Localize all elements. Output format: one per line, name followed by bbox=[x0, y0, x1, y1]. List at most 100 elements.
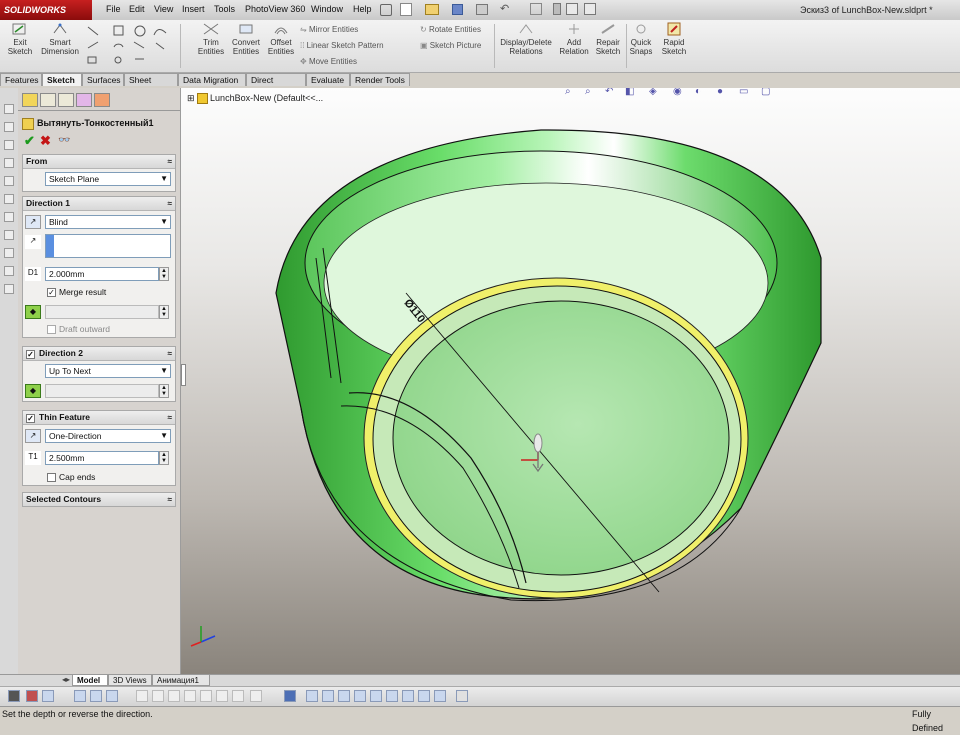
convert-entities-button[interactable]: Convert Entities bbox=[228, 22, 264, 56]
reverse-direction-icon[interactable]: ↗ bbox=[25, 215, 41, 229]
menu-window[interactable]: Window bbox=[311, 4, 343, 14]
depth-input[interactable]: 2.000mm bbox=[45, 267, 159, 281]
dimetric-view-icon[interactable] bbox=[434, 690, 446, 702]
rebuild-icon[interactable] bbox=[553, 3, 561, 15]
strip-tool-icon[interactable] bbox=[4, 140, 14, 150]
direction-vector-field[interactable] bbox=[45, 234, 171, 258]
strip-tool-icon[interactable] bbox=[4, 212, 14, 222]
direction1-end-condition-select[interactable]: Blind ▼ bbox=[45, 215, 171, 229]
display-icon[interactable] bbox=[42, 690, 54, 702]
move-entities-button[interactable]: ✥ Move Entities bbox=[300, 57, 357, 66]
bottom-tool-icon[interactable] bbox=[232, 690, 244, 702]
thin-reverse-icon[interactable]: ↗ bbox=[25, 429, 41, 443]
menu-help[interactable]: Help bbox=[353, 4, 372, 14]
thickness-input[interactable]: 2.500mm bbox=[45, 451, 159, 465]
trimetric-view-icon[interactable] bbox=[418, 690, 430, 702]
dimxpert-tab-icon[interactable] bbox=[76, 93, 92, 107]
tab-animation[interactable]: Анимация1 bbox=[152, 675, 210, 686]
add-relation-button[interactable]: Add Relation bbox=[558, 22, 590, 56]
new-document-icon[interactable] bbox=[400, 3, 412, 16]
offset-entities-button[interactable]: Offset Entities bbox=[266, 22, 296, 56]
select-icon[interactable] bbox=[530, 3, 542, 15]
print-icon[interactable] bbox=[476, 4, 488, 15]
strip-tool-icon[interactable] bbox=[4, 284, 14, 294]
menu-edit[interactable]: Edit bbox=[129, 4, 145, 14]
left-view-icon[interactable] bbox=[338, 690, 350, 702]
options-icon[interactable] bbox=[584, 3, 596, 15]
save-icon[interactable] bbox=[452, 4, 463, 15]
selected-contours-header[interactable]: Selected Contours ≈ bbox=[23, 493, 175, 506]
record-icon[interactable] bbox=[26, 690, 38, 702]
graphics-area[interactable]: ⊞ LunchBox-New (Default<<... ⌕ ⌕ ↶ ◧ ◈ ◉… bbox=[181, 88, 960, 674]
menu-file[interactable]: File bbox=[106, 4, 121, 14]
strip-tool-icon[interactable] bbox=[4, 104, 14, 114]
file-properties-icon[interactable] bbox=[566, 3, 578, 15]
menu-photoview[interactable]: PhotoView 360 bbox=[245, 4, 305, 14]
thin-type-select[interactable]: One-Direction ▼ bbox=[45, 429, 171, 443]
pin-icon[interactable] bbox=[380, 4, 392, 16]
draft-icon[interactable]: ◆ bbox=[25, 305, 41, 319]
tab-evaluate[interactable]: Evaluate bbox=[306, 73, 350, 86]
pan-icon[interactable] bbox=[90, 690, 102, 702]
lunchbox-model[interactable]: Ø110 bbox=[181, 88, 960, 674]
normal-to-icon[interactable] bbox=[284, 690, 296, 702]
direction2-draft-spinner[interactable]: ▲ ▼ bbox=[159, 384, 169, 398]
tab-sketch[interactable]: Sketch bbox=[42, 73, 82, 86]
ok-button[interactable]: ✔ bbox=[24, 133, 35, 149]
menu-view[interactable]: View bbox=[154, 4, 173, 14]
tab-model[interactable]: Model bbox=[72, 675, 108, 686]
depth-spinner[interactable]: ▲ ▼ bbox=[159, 267, 169, 281]
menu-insert[interactable]: Insert bbox=[182, 4, 205, 14]
quick-snaps-button[interactable]: Quick Snaps bbox=[628, 22, 654, 56]
repair-sketch-button[interactable]: Repair Sketch bbox=[592, 22, 624, 56]
draft-icon[interactable]: ◆ bbox=[25, 384, 41, 398]
menu-tools[interactable]: Tools bbox=[214, 4, 235, 14]
bottom-tool-icon[interactable] bbox=[168, 690, 180, 702]
bottom-view-icon[interactable] bbox=[386, 690, 398, 702]
tab-3d-views[interactable]: 3D Views bbox=[108, 675, 152, 686]
display-delete-relations-button[interactable]: Display/Delete Relations bbox=[498, 22, 554, 56]
cancel-button[interactable]: ✖ bbox=[40, 133, 51, 149]
tab-render-tools[interactable]: Render Tools bbox=[350, 73, 410, 86]
bottom-tool-icon[interactable] bbox=[152, 690, 164, 702]
camera-icon[interactable] bbox=[8, 690, 20, 702]
display-manager-tab-icon[interactable] bbox=[94, 93, 110, 107]
back-view-icon[interactable] bbox=[322, 690, 334, 702]
strip-tool-icon[interactable] bbox=[4, 122, 14, 132]
preview-icon[interactable]: 👓 bbox=[58, 135, 70, 146]
smart-dimension-button[interactable]: Smart Dimension bbox=[38, 22, 82, 56]
mirror-entities-button[interactable]: ⇋ Mirror Entities bbox=[300, 25, 358, 34]
panel-collapse-handle[interactable] bbox=[181, 364, 186, 386]
direction2-group-header[interactable]: ✓ Direction 2 ≈ bbox=[23, 347, 175, 361]
isometric-view-icon[interactable] bbox=[402, 690, 414, 702]
rotate-icon[interactable] bbox=[106, 690, 118, 702]
undo-icon[interactable]: ↶ bbox=[500, 2, 509, 15]
direction2-draft-input[interactable] bbox=[45, 384, 159, 398]
tab-direct-editing[interactable]: Direct Editing bbox=[246, 73, 306, 98]
strip-tool-icon[interactable] bbox=[4, 266, 14, 276]
property-manager-tab-icon[interactable] bbox=[40, 93, 56, 107]
tab-sheet-metal[interactable]: Sheet Metal bbox=[124, 73, 178, 98]
thin-feature-group-header[interactable]: ✓ Thin Feature ≈ bbox=[23, 411, 175, 425]
bottom-tool-icon[interactable] bbox=[136, 690, 148, 702]
configuration-manager-tab-icon[interactable] bbox=[58, 93, 74, 107]
draft-angle-spinner[interactable]: ▲ ▼ bbox=[159, 305, 169, 319]
solidworks-logo[interactable]: SOLIDWORKS bbox=[0, 0, 92, 20]
measure-icon[interactable] bbox=[456, 690, 468, 702]
linear-sketch-pattern-button[interactable]: ⁞⁞ Linear Sketch Pattern bbox=[300, 41, 384, 50]
tab-scroll-icon[interactable]: ◂▸ bbox=[62, 675, 70, 684]
right-view-icon[interactable] bbox=[354, 690, 366, 702]
rapid-sketch-button[interactable]: Rapid Sketch bbox=[660, 22, 688, 56]
strip-tool-icon[interactable] bbox=[4, 194, 14, 204]
bottom-tool-icon[interactable] bbox=[250, 690, 262, 702]
from-group-header[interactable]: From ≈ bbox=[23, 155, 175, 169]
tab-features[interactable]: Features bbox=[0, 73, 42, 86]
merge-result-checkbox[interactable]: ✓ bbox=[47, 288, 56, 297]
direction-arrow-handle[interactable] bbox=[533, 433, 543, 453]
rotate-entities-button[interactable]: ↻ Rotate Entities bbox=[420, 25, 481, 34]
draft-angle-input[interactable] bbox=[45, 305, 159, 319]
sketch-picture-button[interactable]: ▣ Sketch Picture bbox=[420, 41, 481, 50]
strip-tool-icon[interactable] bbox=[4, 230, 14, 240]
cap-ends-checkbox[interactable] bbox=[47, 473, 56, 482]
feature-manager-tab-icon[interactable] bbox=[22, 93, 38, 107]
